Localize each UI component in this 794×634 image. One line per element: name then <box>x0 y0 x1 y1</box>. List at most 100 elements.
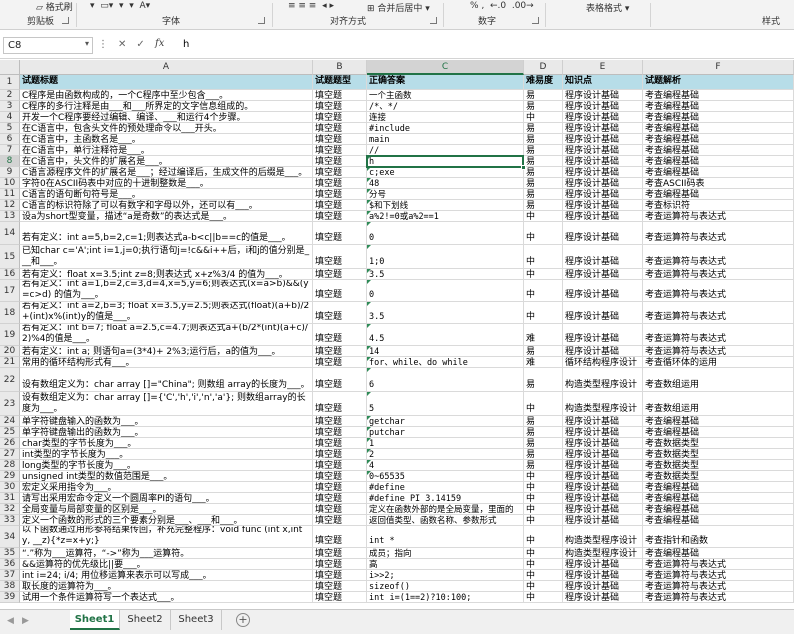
font-buttons[interactable]: ▾ ▭▾ ▾ ▾ A▾ <box>90 1 150 11</box>
alignment-launcher-icon[interactable] <box>430 17 437 24</box>
row-header[interactable]: 28 <box>0 460 20 471</box>
table-cell[interactable]: 中 <box>524 245 563 269</box>
table-cell[interactable]: 程序设计基础 <box>563 178 643 189</box>
row-header[interactable]: 7 <box>0 145 20 156</box>
table-cell[interactable]: 填空题 <box>313 302 367 324</box>
table-cell[interactable]: 2 <box>367 449 524 460</box>
table-cell[interactable]: 难 <box>524 324 563 346</box>
table-cell[interactable]: 填空题 <box>313 346 367 357</box>
table-cell[interactable]: 填空题 <box>313 460 367 471</box>
table-cell[interactable]: 中 <box>524 592 563 603</box>
table-cell[interactable]: 程序设计基础 <box>563 346 643 357</box>
table-cell[interactable]: 考查运算符与表达式 <box>643 222 794 245</box>
table-cell[interactable]: 填空题 <box>313 189 367 200</box>
table-cell[interactable]: 填空题 <box>313 581 367 592</box>
table-cell[interactable]: 程序设计基础 <box>563 416 643 427</box>
table-cell[interactable]: 若有定义：int a; 则语句a=(3*4)+ 2%3;运行后，a的值为___。 <box>20 346 313 357</box>
table-cell[interactable]: 考查数据类型 <box>643 471 794 482</box>
number-format-buttons[interactable]: % ‚ ←.0 .00→ <box>470 1 534 11</box>
table-cell[interactable]: 中 <box>524 548 563 559</box>
table-cell[interactable]: 在C语言中，主函数名是___。 <box>20 134 313 145</box>
table-cell[interactable]: 程序设计基础 <box>563 145 643 156</box>
row-header[interactable]: 37 <box>0 570 20 581</box>
table-cell[interactable]: 中 <box>524 581 563 592</box>
column-header-e[interactable]: E <box>563 60 643 75</box>
table-cell[interactable]: i>>2; <box>367 570 524 581</box>
select-all-corner[interactable] <box>0 60 20 75</box>
table-cell[interactable]: 易 <box>524 438 563 449</box>
table-cell[interactable]: 构造类型程序设计 <box>563 368 643 392</box>
row-header[interactable]: 24 <box>0 416 20 427</box>
table-cell[interactable]: putchar <box>367 427 524 438</box>
tab-scroll-left-icon[interactable]: ◀ <box>7 616 14 626</box>
table-cell[interactable]: 填空题 <box>313 548 367 559</box>
table-cell[interactable]: 4.5 <box>367 324 524 346</box>
table-cell[interactable]: main <box>367 134 524 145</box>
table-cell[interactable]: 考查编程基础 <box>643 427 794 438</box>
table-cell[interactable]: 常用的循环结构形式有___。 <box>20 357 313 368</box>
table-cell[interactable]: 考查运算符与表达式 <box>643 346 794 357</box>
table-cell[interactable]: 考查编程基础 <box>643 504 794 515</box>
table-cell[interactable]: 考查运算符与表达式 <box>643 559 794 570</box>
table-cell[interactable]: 设有数组定义为：char array []={'C','h','i','n','… <box>20 392 313 416</box>
row-header[interactable]: 6 <box>0 134 20 145</box>
table-cell[interactable]: 全局变量与局部变量的区别是___。 <box>20 504 313 515</box>
row-header[interactable]: 38 <box>0 581 20 592</box>
tab-sheet3[interactable]: Sheet3 <box>171 610 222 630</box>
table-cell[interactable]: 考查运算符与表达式 <box>643 245 794 269</box>
row-header[interactable]: 33 <box>0 515 20 526</box>
row-header[interactable]: 23 <box>0 392 20 416</box>
row-header[interactable]: 19 <box>0 324 20 346</box>
table-cell[interactable]: 若有定义：int b=7; float a=2.5,c=4.7;则表达式a+(b… <box>20 324 313 346</box>
table-cell[interactable]: 填空题 <box>313 222 367 245</box>
table-cell[interactable]: 易 <box>524 427 563 438</box>
table-cell[interactable]: #include <box>367 123 524 134</box>
table-cell[interactable]: 中 <box>524 280 563 302</box>
table-cell[interactable]: 易 <box>524 101 563 112</box>
table-cell[interactable]: 易 <box>524 134 563 145</box>
table-cell[interactable]: #define <box>367 482 524 493</box>
table-cell[interactable]: 考查运算符与表达式 <box>643 269 794 280</box>
table-cell[interactable]: 考查ASCII码表 <box>643 178 794 189</box>
table-cell[interactable]: 定义在函数外部的是全局变量，里面的 <box>367 504 524 515</box>
name-box[interactable]: C8 ▾ <box>3 37 93 54</box>
table-cell[interactable]: 5 <box>367 392 524 416</box>
table-cell[interactable]: 单字符键盘输入的函数为___。 <box>20 416 313 427</box>
table-cell[interactable]: 连接 <box>367 112 524 123</box>
table-cell[interactable]: h <box>367 156 524 167</box>
table-cell[interactable]: c;exe <box>367 167 524 178</box>
table-cell[interactable]: 48 <box>367 178 524 189</box>
table-cell[interactable]: C语言的语句断句符号是___。 <box>20 189 313 200</box>
table-cell[interactable]: C语言的标识符除了可以有数字和字母以外，还可以有___。 <box>20 200 313 211</box>
format-painter-button[interactable]: ▱ 格式刷 <box>36 0 73 13</box>
enter-icon[interactable]: ✓ <box>136 39 154 50</box>
table-cell[interactable]: 高 <box>367 559 524 570</box>
table-cell[interactable]: 填空题 <box>313 211 367 222</box>
table-cell[interactable]: 3.5 <box>367 302 524 324</box>
table-cell[interactable]: 填空题 <box>313 324 367 346</box>
table-cell[interactable]: 填空题 <box>313 101 367 112</box>
table-cell[interactable]: 若有定义：int a=1,b=2,c=3,d=4,x=5,y=6;则表达式(x=… <box>20 280 313 302</box>
row-header[interactable]: 27 <box>0 449 20 460</box>
table-cell[interactable]: 中 <box>524 493 563 504</box>
table-cell[interactable]: 填空题 <box>313 178 367 189</box>
table-cell[interactable]: 填空题 <box>313 280 367 302</box>
table-cell[interactable]: 易 <box>524 156 563 167</box>
table-cell[interactable]: 程序设计基础 <box>563 324 643 346</box>
row-header[interactable]: 34 <box>0 526 20 548</box>
table-cell[interactable]: 填空题 <box>313 269 367 280</box>
table-cell[interactable]: 宏定义采用指令为___。 <box>20 482 313 493</box>
column-title-cell[interactable]: 正确答案 <box>367 75 524 90</box>
table-cell[interactable]: 程序设计基础 <box>563 245 643 269</box>
row-header[interactable]: 4 <box>0 112 20 123</box>
fill-handle[interactable] <box>521 165 526 170</box>
table-cell[interactable]: 程序设计基础 <box>563 101 643 112</box>
table-cell[interactable]: 考查运算符与表达式 <box>643 211 794 222</box>
table-cell[interactable]: 已知char c='A';int i=1,j=0;执行语句j=!c&&i++后，… <box>20 245 313 269</box>
table-cell[interactable]: 3.5 <box>367 269 524 280</box>
row-header[interactable]: 18 <box>0 302 20 324</box>
table-cell[interactable]: 中 <box>524 515 563 526</box>
table-cell[interactable]: 填空题 <box>313 200 367 211</box>
table-cell[interactable]: 考查编程基础 <box>643 134 794 145</box>
table-cell[interactable]: 循环结构程序设计 <box>563 357 643 368</box>
